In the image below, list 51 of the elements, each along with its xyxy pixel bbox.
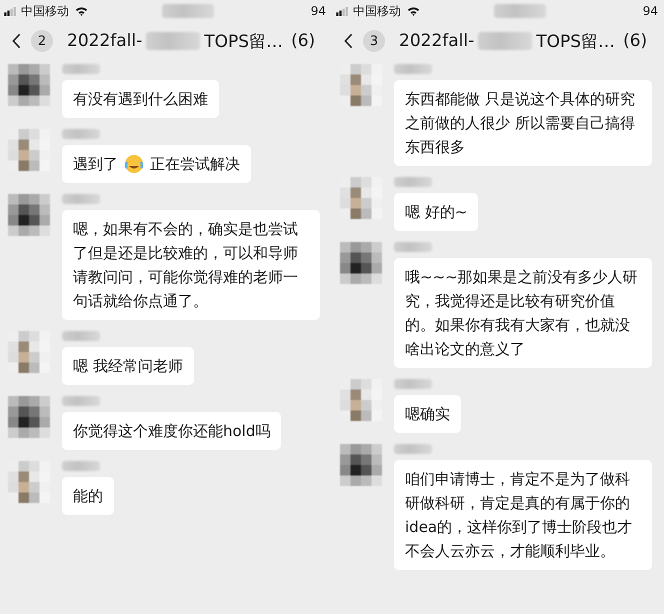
wifi-icon — [407, 6, 420, 16]
blurred-time — [162, 4, 214, 18]
message-text: 嗯 我经常问老师 — [73, 356, 183, 377]
message-text: 遇到了 — [73, 154, 118, 175]
blurred-sender-name — [394, 444, 432, 454]
message-text: 哦~~~那如果是之前没有多少人研究，我觉得还是比较有研究价值的。如果你有我有大家有，也就没啥出论文的意义了 — [405, 267, 639, 360]
blurred-sender-name — [62, 129, 100, 139]
signal-icon — [336, 6, 349, 16]
message-text: 咱们申请博士，肯定不是为了做科研做科研，肯定是真的有属于你的idea的，这样你到了博士阶段也才不会人云亦云，才能顺利毕业。 — [405, 469, 634, 562]
unread-count-badge: 2 — [31, 30, 53, 52]
back-icon[interactable] — [12, 33, 21, 49]
chat-title: 2022fall- — [67, 31, 142, 51]
emoji-icon — [124, 154, 144, 174]
carrier-name: 中国移动 — [21, 2, 69, 20]
blurred-title-part — [478, 32, 532, 50]
avatar-icon[interactable] — [340, 242, 382, 284]
unread-count-badge: 3 — [363, 30, 385, 52]
blurred-sender-name — [62, 461, 100, 471]
message-text: 正在尝试解决 — [150, 154, 240, 175]
member-count: (6) — [623, 31, 648, 51]
message-text: 嗯确实 — [405, 404, 450, 425]
signal-icon — [4, 6, 17, 16]
avatar-icon[interactable] — [8, 64, 50, 106]
message-text: 能的 — [73, 486, 103, 507]
avatar-icon[interactable] — [8, 396, 50, 438]
chat-title: TOPS留… — [204, 30, 284, 52]
blurred-sender-name — [62, 194, 100, 204]
back-icon[interactable] — [344, 33, 353, 49]
blurred-sender-name — [62, 64, 100, 74]
message-text: 你觉得这个难度你还能hold吗 — [73, 421, 270, 442]
blurred-sender-name — [394, 242, 432, 252]
message-text: 嗯 好的~ — [405, 202, 468, 223]
blurred-sender-name — [394, 177, 432, 187]
blurred-title-part — [146, 32, 200, 50]
message-text: 有没有遇到什么困难 — [73, 89, 208, 110]
blurred-sender-name — [394, 379, 432, 389]
message-text: 嗯，如果有不会的，确实是也尝试了但是还是比较难的，可以和导师请教问问，可能你觉得难的老师一句话就给你点通了。 — [73, 219, 299, 312]
avatar-icon[interactable] — [340, 444, 382, 486]
blurred-sender-name — [394, 64, 432, 74]
battery-level: 94 — [642, 4, 658, 18]
member-count: (6) — [291, 31, 316, 51]
blurred-time — [494, 4, 546, 18]
chat-title: TOPS留… — [536, 30, 616, 52]
chat-title: 2022fall- — [399, 31, 474, 51]
battery-level: 94 — [310, 4, 326, 18]
blurred-sender-name — [62, 396, 100, 406]
wifi-icon — [75, 6, 88, 16]
message-text: 东西都能做 只是说这个具体的研究之前做的人很少 所以需要自己搞得东西很多 — [405, 89, 636, 158]
avatar-icon[interactable] — [8, 194, 50, 236]
carrier-name: 中国移动 — [353, 2, 401, 20]
blurred-sender-name — [62, 331, 100, 341]
